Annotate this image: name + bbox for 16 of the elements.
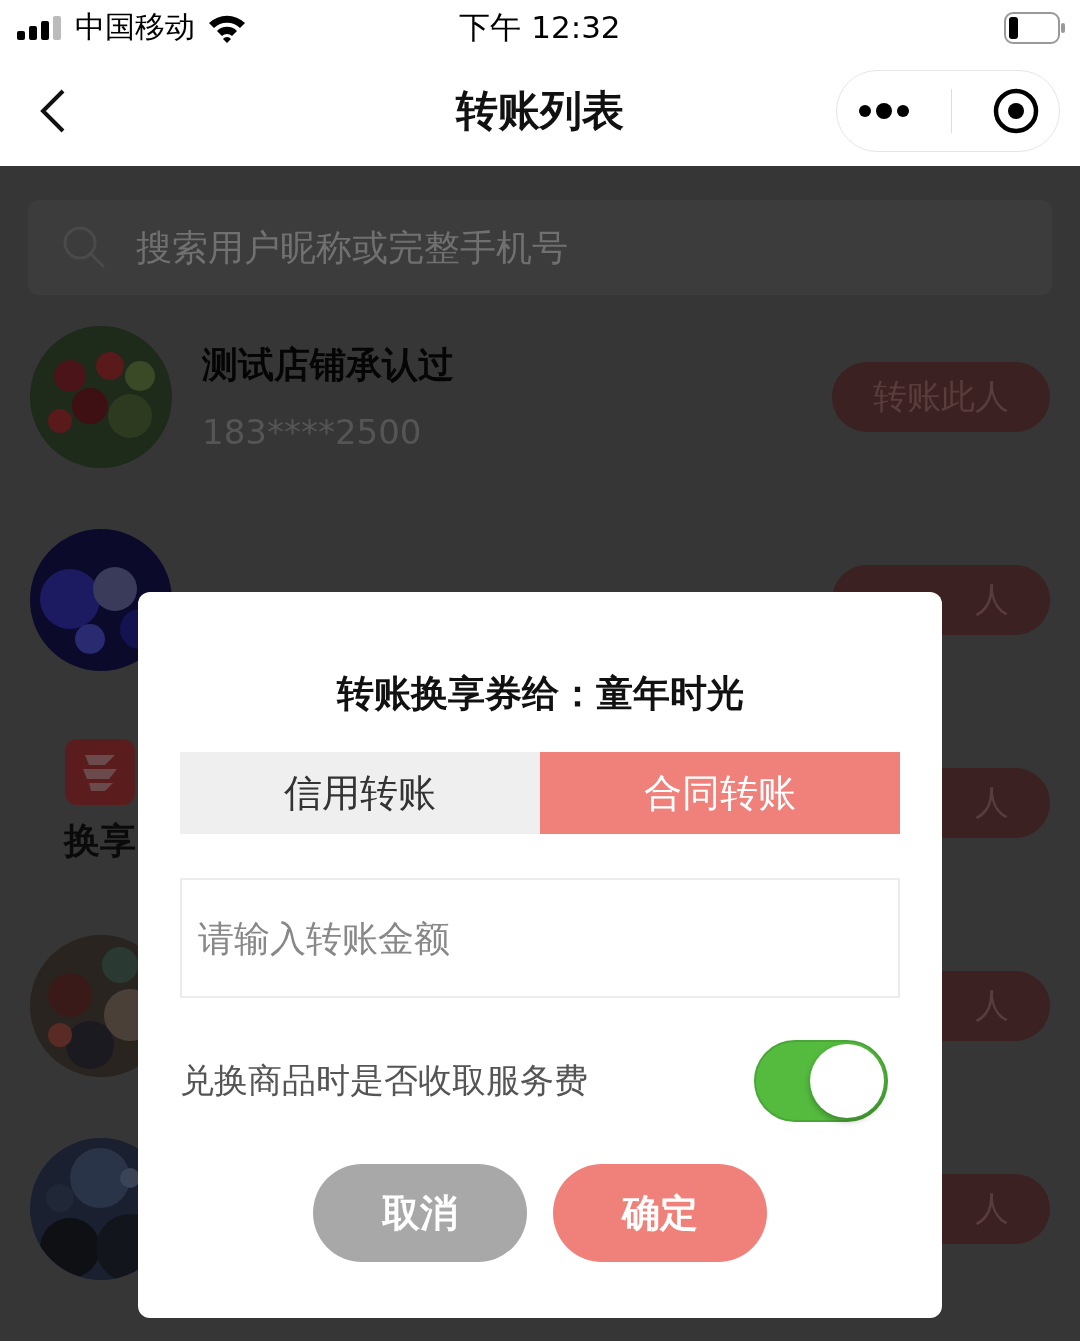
signal-icon bbox=[17, 15, 63, 40]
amount-input[interactable]: 请输入转账金额 bbox=[180, 878, 900, 998]
status-time: 下午 12:32 bbox=[459, 7, 621, 47]
confirm-button[interactable]: 确定 bbox=[553, 1164, 767, 1262]
carrier-name: 中国移动 bbox=[75, 8, 195, 46]
back-icon[interactable] bbox=[40, 88, 66, 133]
close-target-icon[interactable] bbox=[992, 87, 1039, 134]
battery-icon bbox=[1004, 11, 1066, 44]
transfer-type-tab[interactable]: 合同转账 bbox=[540, 752, 900, 834]
more-icon[interactable] bbox=[857, 102, 910, 119]
logo-icon bbox=[65, 739, 135, 805]
fee-label: 兑换商品时是否收取服务费 bbox=[180, 1059, 588, 1102]
cancel-button[interactable]: 取消 bbox=[313, 1164, 527, 1262]
transfer-type-tab[interactable]: 信用转账 bbox=[180, 752, 540, 834]
dialog-title: 转账换享券给：童年时光 bbox=[336, 671, 744, 717]
page-title: 转账列表 bbox=[456, 84, 624, 137]
